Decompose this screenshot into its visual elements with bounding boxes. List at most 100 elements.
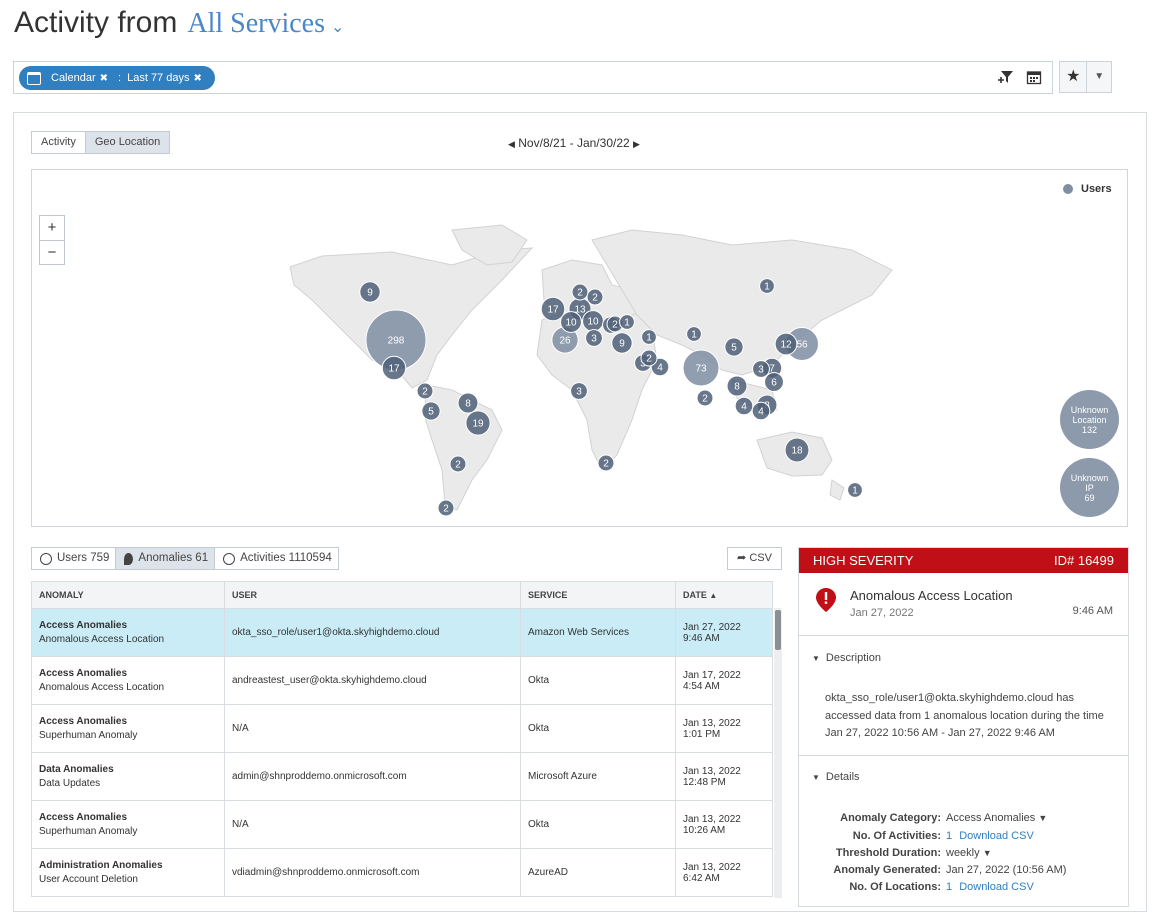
col-anomaly[interactable]: ANOMALY bbox=[31, 581, 225, 609]
bubble-label: 4 bbox=[657, 363, 663, 374]
map-bubble[interactable]: 3 bbox=[585, 329, 603, 347]
table-row[interactable]: Access Anomalies Superhuman Anomaly N/A O… bbox=[31, 800, 773, 849]
col-user[interactable]: USER bbox=[224, 581, 521, 609]
description-label: Description bbox=[825, 652, 881, 664]
next-arrow-icon[interactable]: ▶ bbox=[633, 139, 640, 149]
map-bubble[interactable]: 2 bbox=[586, 288, 604, 306]
bubble-label: 1 bbox=[691, 330, 697, 341]
remove-icon[interactable]: ✖ bbox=[193, 73, 201, 84]
map-bubble[interactable]: 2 bbox=[416, 382, 434, 400]
tab-activities[interactable]: Activities 1110594 bbox=[215, 548, 338, 569]
sort-icon[interactable]: ▲ bbox=[709, 591, 717, 600]
map-bubble[interactable]: 9 bbox=[359, 281, 381, 303]
tab-anomalies[interactable]: Anomalies 61 bbox=[115, 548, 216, 569]
table-row[interactable]: Access Anomalies Anomalous Access Locatio… bbox=[31, 656, 773, 705]
view-toggle[interactable]: Activity Geo Location bbox=[31, 131, 171, 154]
tab-geo-location[interactable]: Geo Location bbox=[84, 132, 170, 153]
service-selector[interactable]: All Services bbox=[187, 8, 325, 40]
anomaly-id: ID# 16499 bbox=[1054, 553, 1114, 568]
zoom-out-button[interactable]: − bbox=[40, 240, 64, 264]
field-key: No. Of Locations: bbox=[849, 881, 941, 893]
map-bubble[interactable]: 1 bbox=[686, 326, 702, 342]
map-bubble[interactable]: 2 bbox=[437, 499, 455, 517]
map-bubble[interactable]: 4 bbox=[734, 396, 754, 416]
caret-down-icon[interactable]: ▼ bbox=[1087, 62, 1111, 92]
map-bubble[interactable]: 3 bbox=[752, 360, 770, 378]
table-scrollbar[interactable] bbox=[774, 608, 782, 898]
description-toggle[interactable]: ▼ Description bbox=[812, 652, 881, 664]
table-row[interactable]: Data Anomalies Data Updates admin@shnprod… bbox=[31, 752, 773, 801]
export-csv-button[interactable]: ➦ CSV bbox=[727, 547, 782, 570]
map-bubble[interactable]: 17 bbox=[381, 355, 407, 381]
download-csv-link[interactable]: Download CSV bbox=[959, 881, 1034, 893]
table-row[interactable]: Access Anomalies Anomalous Access Locatio… bbox=[31, 608, 773, 657]
filter-icon[interactable]: ▼ bbox=[983, 848, 992, 858]
scroll-thumb[interactable] bbox=[775, 610, 781, 650]
map-bubble[interactable]: 10 bbox=[582, 310, 604, 332]
geo-map[interactable]: 2987356261918171713121010998887655444333… bbox=[31, 169, 1128, 527]
chip-separator: : bbox=[118, 72, 122, 84]
table-row[interactable]: Access Anomalies Superhuman Anomaly N/A O… bbox=[31, 704, 773, 753]
map-bubble[interactable]: 3 bbox=[570, 382, 588, 400]
filter-bar[interactable]: Calendar ✖ : Last 77 days ✖ bbox=[13, 61, 1053, 94]
map-bubble[interactable]: 2 bbox=[571, 283, 589, 301]
lower-tabs[interactable]: Users 759 Anomalies 61 Activities 111059… bbox=[31, 547, 339, 570]
map-bubble[interactable]: 10 bbox=[560, 311, 582, 333]
zoom-in-button[interactable]: + bbox=[40, 216, 64, 240]
details-toggle[interactable]: ▼ Details bbox=[812, 771, 860, 783]
bubble-layer: 2987356261918171713121010998887655444333… bbox=[359, 278, 863, 517]
map-bubble[interactable]: 5 bbox=[724, 337, 744, 357]
map-bubble[interactable]: 19 bbox=[465, 410, 491, 436]
col-service[interactable]: SERVICE bbox=[520, 581, 676, 609]
unknown-location-bubble[interactable]: Unknown Location 132 bbox=[1060, 390, 1119, 449]
star-icon[interactable]: ★ bbox=[1060, 62, 1088, 92]
map-bubble[interactable]: 2 bbox=[597, 454, 615, 472]
anomaly-category: Access Anomalies bbox=[39, 620, 128, 631]
unknown-ip-bubble[interactable]: Unknown IP 69 bbox=[1060, 458, 1119, 517]
map-bubble[interactable]: 1 bbox=[759, 278, 775, 294]
map-bubble[interactable]: 8 bbox=[457, 392, 479, 414]
unknown-location-line1: Unknown bbox=[1070, 404, 1109, 415]
title-text: Activity from bbox=[14, 6, 178, 39]
map-bubble[interactable]: 8 bbox=[726, 375, 748, 397]
row-service: Okta bbox=[520, 656, 676, 705]
favorites-button[interactable]: ★ ▼ bbox=[1059, 61, 1112, 93]
map-bubble[interactable]: 1 bbox=[847, 482, 863, 498]
map-bubble[interactable]: 12 bbox=[774, 332, 798, 356]
caret-down-icon: ▼ bbox=[812, 654, 820, 663]
remove-icon[interactable]: ✖ bbox=[100, 73, 108, 84]
tab-activity[interactable]: Activity bbox=[32, 132, 85, 153]
zoom-control[interactable]: + − bbox=[39, 215, 65, 265]
bubble-label: 3 bbox=[576, 387, 582, 398]
locations-count-link[interactable]: 1 bbox=[946, 881, 952, 893]
map-bubble[interactable]: 2 bbox=[640, 349, 658, 367]
map-bubble[interactable]: 1 bbox=[641, 329, 657, 345]
chevron-down-icon[interactable]: ⌄ bbox=[331, 17, 344, 37]
map-bubble[interactable]: 1 bbox=[619, 314, 635, 330]
download-csv-link[interactable]: Download CSV bbox=[959, 830, 1034, 842]
chip-range-label: Last 77 days bbox=[127, 72, 190, 84]
col-date[interactable]: DATE ▲ bbox=[675, 581, 773, 609]
chip-calendar-label: Calendar bbox=[51, 72, 96, 84]
map-bubble[interactable]: 2 bbox=[449, 455, 467, 473]
calendar-icon[interactable] bbox=[1026, 69, 1042, 90]
filter-icon[interactable]: ▼ bbox=[1038, 813, 1047, 823]
table-row[interactable]: Administration Anomalies User Account Del… bbox=[31, 848, 773, 897]
map-bubble[interactable]: 6 bbox=[764, 372, 784, 392]
map-bubble[interactable]: 2 bbox=[696, 389, 714, 407]
csv-label: CSV bbox=[749, 552, 772, 564]
tab-users[interactable]: Users 759 bbox=[32, 548, 116, 569]
bubble-label: 2 bbox=[455, 460, 461, 471]
map-bubble[interactable]: 18 bbox=[784, 437, 810, 463]
add-filter-icon[interactable] bbox=[997, 69, 1015, 90]
detail-time: 9:46 AM bbox=[1072, 605, 1113, 617]
filter-chip[interactable]: Calendar ✖ : Last 77 days ✖ bbox=[19, 66, 215, 90]
tab-activities-label: Activities 1110594 bbox=[240, 552, 332, 564]
map-bubble[interactable]: 9 bbox=[611, 332, 633, 354]
bubble-label: 8 bbox=[465, 399, 471, 410]
map-bubble[interactable]: 5 bbox=[421, 401, 441, 421]
map-bubble[interactable]: 4 bbox=[751, 401, 771, 421]
prev-arrow-icon[interactable]: ◀ bbox=[508, 139, 515, 149]
activities-count-link[interactable]: 1 bbox=[946, 830, 952, 842]
map-bubble[interactable]: 73 bbox=[682, 349, 720, 387]
